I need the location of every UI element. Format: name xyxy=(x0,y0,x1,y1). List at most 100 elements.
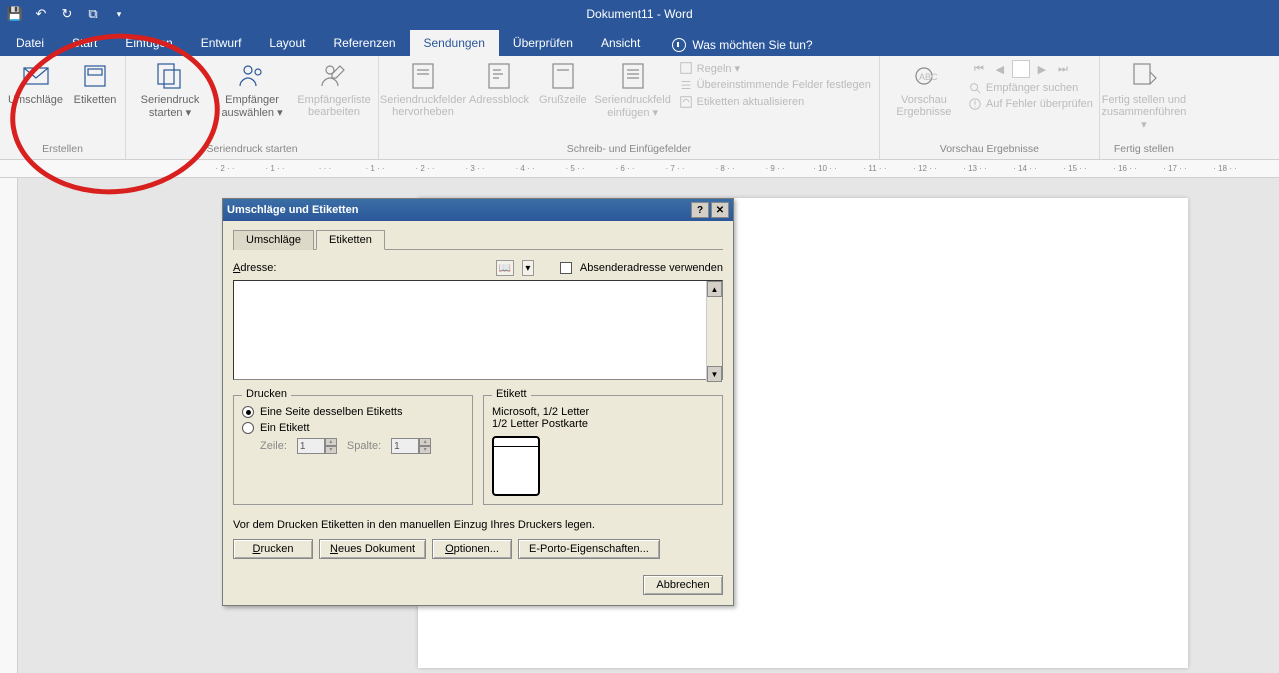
dialog-title-text: Umschläge und Etiketten xyxy=(227,204,358,216)
group-fertig: Fertig stellen und zusammenführen ▾ Fert… xyxy=(1100,56,1188,159)
tab-layout[interactable]: Layout xyxy=(255,30,319,56)
vorschau-button: ABC Vorschau Ergebnisse xyxy=(884,58,964,120)
regeln-button: Regeln ▾ xyxy=(677,60,873,76)
quick-access-toolbar: 💾 ↶ ↻ ⧉ ▾ xyxy=(4,3,130,25)
group-seriendruck: Seriendruck starten ▾ Empfänger auswähle… xyxy=(126,56,379,159)
radio-ganze-seite[interactable] xyxy=(242,406,254,418)
grusszeile-button: Grußzeile xyxy=(535,58,591,108)
dialog-titlebar[interactable]: Umschläge und Etiketten ? ✕ xyxy=(223,199,733,221)
touch-mode-icon[interactable]: ⧉ xyxy=(82,3,104,25)
etikett-legend: Etikett xyxy=(492,388,531,400)
recipients-icon xyxy=(236,60,268,92)
radio-ein-etikett[interactable] xyxy=(242,422,254,434)
svg-text:ABC: ABC xyxy=(919,72,938,82)
opt-seite-label: Eine Seite desselben Etiketts xyxy=(260,406,402,418)
empfaenger-suchen-button: Empfänger suchen xyxy=(966,80,1095,96)
undo-icon[interactable]: ↶ xyxy=(30,3,52,25)
finish-merge-icon xyxy=(1128,60,1160,92)
etiketten-button[interactable]: Etiketten xyxy=(69,58,121,108)
dlg-tab-etiketten[interactable]: Etiketten xyxy=(316,230,385,250)
abbrechen-button[interactable]: Abbrechen xyxy=(643,575,723,595)
tab-referenzen[interactable]: Referenzen xyxy=(319,30,409,56)
tab-einfuegen[interactable]: Einfügen xyxy=(111,30,186,56)
optionen-button[interactable]: Optionen... xyxy=(432,539,512,559)
ribbon: Umschläge Etiketten Erstellen Seriendruc… xyxy=(0,56,1279,160)
tell-me-search[interactable]: Was möchten Sie tun? xyxy=(664,34,820,56)
adressblock-button: Adressblock xyxy=(465,58,533,108)
dialog-hint: Vor dem Drucken Etiketten in den manuell… xyxy=(233,519,723,531)
group-label-schreib: Schreib- und Einfügefelder xyxy=(383,141,875,159)
lightbulb-icon xyxy=(672,38,686,52)
last-record-icon: ⏭ xyxy=(1054,60,1072,78)
scroll-down-icon[interactable]: ▼ xyxy=(707,366,722,382)
dialog-help-button[interactable]: ? xyxy=(691,202,709,218)
group-schreibfelder: Seriendruckfelder hervorheben Adressbloc… xyxy=(379,56,880,159)
recipients-edit-icon xyxy=(318,60,350,92)
spin-up-icon: ▴ xyxy=(419,438,431,446)
seriendruck-starten-button[interactable]: Seriendruck starten ▾ xyxy=(130,58,210,121)
next-record-icon: ▶ xyxy=(1033,60,1051,78)
mailmerge-icon xyxy=(154,60,186,92)
highlight-fields-icon xyxy=(407,60,439,92)
dlg-tab-umschlaege[interactable]: Umschläge xyxy=(233,230,314,250)
address-block-icon xyxy=(483,60,515,92)
qat-more-icon[interactable]: ▾ xyxy=(108,3,130,25)
tab-entwurf[interactable]: Entwurf xyxy=(187,30,256,56)
match-fields-button: Übereinstimmende Felder festlegen xyxy=(677,77,873,93)
addressbook-dropdown-icon[interactable]: ▾ xyxy=(522,260,534,276)
group-label-seriendruck: Seriendruck starten xyxy=(130,141,374,159)
tab-sendungen[interactable]: Sendungen xyxy=(410,30,499,56)
envelope-icon xyxy=(20,60,52,92)
ruler-horizontal: · 2 · ·· 1 · ·· · ·· 1 · ·· 2 · ·· 3 · ·… xyxy=(0,160,1279,178)
etikett-line1: Microsoft, 1/2 Letter xyxy=(492,406,714,418)
etikett-groupbox[interactable]: Etikett Microsoft, 1/2 Letter 1/2 Letter… xyxy=(483,395,723,505)
record-field xyxy=(1012,60,1030,78)
etikett-line2: 1/2 Letter Postkarte xyxy=(492,418,714,430)
umschlaege-button[interactable]: Umschläge xyxy=(4,58,67,108)
tab-start[interactable]: Start xyxy=(58,30,111,56)
spalte-label: Spalte: xyxy=(347,440,381,452)
drucken-groupbox: Drucken Eine Seite desselben Etiketts Ei… xyxy=(233,395,473,505)
save-icon[interactable]: 💾 xyxy=(4,3,26,25)
empfaenger-auswaehlen-button[interactable]: Empfänger auswählen ▾ xyxy=(212,58,292,121)
etiketten-aktualisieren-button: Etiketten aktualisieren xyxy=(677,94,873,110)
drucken-legend: Drucken xyxy=(242,388,291,400)
adresse-textarea[interactable] xyxy=(233,280,723,380)
group-label-erstellen: Erstellen xyxy=(4,141,121,159)
absender-checkbox[interactable] xyxy=(560,262,572,274)
zeile-spinner: ▴▾ xyxy=(297,438,337,454)
etikett-preview-icon xyxy=(492,436,540,496)
group-vorschau: ABC Vorschau Ergebnisse ⏮ ◀ ▶ ⏭ Empfänge… xyxy=(880,56,1100,159)
spalte-spinner: ▴▾ xyxy=(391,438,431,454)
adresse-label: Adresse: xyxy=(233,262,276,274)
addressbook-icon[interactable]: 📖 xyxy=(496,260,514,276)
eporto-button[interactable]: E-Porto-Eigenschaften... xyxy=(518,539,660,559)
greeting-icon xyxy=(547,60,579,92)
scroll-up-icon[interactable]: ▲ xyxy=(707,281,722,297)
redo-icon[interactable]: ↻ xyxy=(56,3,78,25)
tab-ansicht[interactable]: Ansicht xyxy=(587,30,654,56)
spin-down-icon: ▾ xyxy=(419,446,431,454)
tab-ueberpruefen[interactable]: Überprüfen xyxy=(499,30,587,56)
dialog-close-button[interactable]: ✕ xyxy=(711,202,729,218)
spin-down-icon: ▾ xyxy=(325,446,337,454)
zeile-label: Zeile: xyxy=(260,440,287,452)
tab-datei[interactable]: Datei xyxy=(2,30,58,56)
record-nav: ⏮ ◀ ▶ ⏭ xyxy=(966,58,1095,80)
group-label-vorschau: Vorschau Ergebnisse xyxy=(884,141,1095,159)
first-record-icon: ⏮ xyxy=(970,60,988,78)
ribbon-tabs: Datei Start Einfügen Entwurf Layout Refe… xyxy=(0,28,1279,56)
group-label-fertig: Fertig stellen xyxy=(1104,141,1184,159)
dialog-tabs: Umschläge Etiketten xyxy=(233,229,723,250)
dialog-etiketten: Umschläge und Etiketten ? ✕ Umschläge Et… xyxy=(222,198,734,606)
title-bar: 💾 ↶ ↻ ⧉ ▾ Dokument11 - Word xyxy=(0,0,1279,28)
preview-icon: ABC xyxy=(908,60,940,92)
feld-einfuegen-button: Seriendruckfeld einfügen ▾ xyxy=(593,58,673,121)
neues-dokument-button[interactable]: Neues Dokument xyxy=(319,539,426,559)
ruler-vertical xyxy=(0,178,18,673)
label-icon xyxy=(79,60,111,92)
drucken-button[interactable]: Drucken xyxy=(233,539,313,559)
textarea-scrollbar[interactable]: ▲ ▼ xyxy=(706,281,722,382)
window-title: Dokument11 - Word xyxy=(0,7,1279,21)
group-erstellen: Umschläge Etiketten Erstellen xyxy=(0,56,126,159)
